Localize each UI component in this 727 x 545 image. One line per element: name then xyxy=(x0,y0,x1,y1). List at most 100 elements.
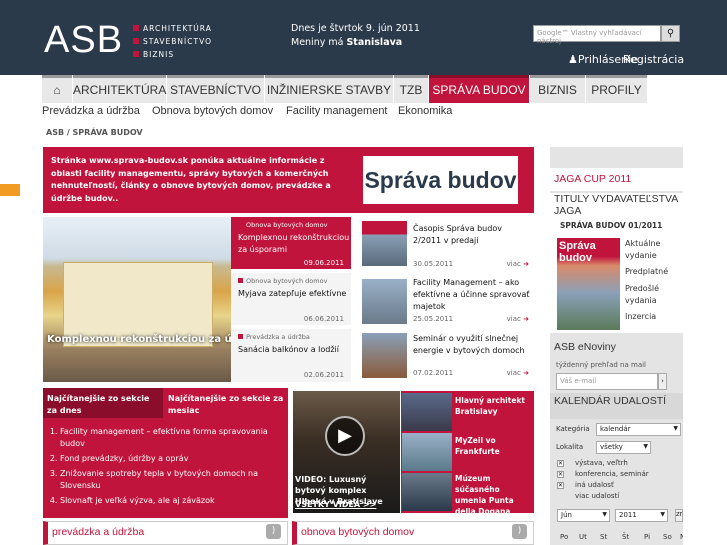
enews-desc: týždenný prehľad na mail xyxy=(556,361,646,369)
list-item[interactable]: Slovnaft je veľká výzva, ale aj záväzok xyxy=(60,495,288,507)
video-thumbnail[interactable] xyxy=(402,393,452,431)
chevron-down-icon: ▼ xyxy=(602,511,607,518)
news-title[interactable]: Sanácia balkónov a lodžií xyxy=(231,344,351,356)
news-date: 07.02.2011 xyxy=(413,369,454,377)
feedback-tab[interactable] xyxy=(0,184,20,196)
email-field[interactable]: Váš e-mail xyxy=(556,373,658,390)
search-button[interactable]: ⚲ xyxy=(661,25,680,42)
subscribe-button[interactable]: › xyxy=(658,373,667,390)
rss-icon[interactable]: ) xyxy=(266,524,281,539)
sprava-budov-logo: Správa budov xyxy=(363,156,518,204)
search-icon: ⚲ xyxy=(666,28,675,39)
more-link[interactable]: viac ➜ xyxy=(507,260,529,268)
home-tab[interactable]: ⌂ xyxy=(42,75,72,103)
news-category: Prevádzka a údržba xyxy=(231,333,351,342)
news-thumbnail[interactable] xyxy=(362,333,407,378)
news-title[interactable]: Seminár o využití slnečnej energie v byt… xyxy=(413,333,533,357)
multiple-events-label: viac udalostí xyxy=(575,492,620,500)
subnav-ekonomika[interactable]: Ekonomika xyxy=(398,105,452,117)
breadcrumb: ASB / SPRÁVA BUDOV xyxy=(46,128,143,137)
nav-stavebnictvo[interactable]: STAVEBNÍCTVO xyxy=(167,75,264,103)
day-header: So xyxy=(663,533,672,541)
play-icon[interactable]: ▶ xyxy=(325,416,365,456)
news-title[interactable]: Komplexnou rekonštrukciou za úsporami xyxy=(231,232,351,256)
subnav-prevadzka[interactable]: Prevádzka a údržba xyxy=(42,105,140,117)
nav-tzb[interactable]: TZB xyxy=(394,75,428,103)
tagline-construction: STAVEBNÍCTVO xyxy=(133,37,212,46)
news-title[interactable]: Facility Management – ako efektívne a úč… xyxy=(413,277,533,313)
list-item[interactable]: Fond prevádzky, údržby a opráv xyxy=(60,453,288,465)
chevron-down-icon: ▼ xyxy=(643,443,648,450)
nav-biznis[interactable]: BIZNIS xyxy=(530,75,585,103)
more-link[interactable]: viac ➜ xyxy=(507,315,529,323)
nav-inzinierske-stavby[interactable]: INŽINIERSKE STAVBY xyxy=(265,75,393,103)
tagline-architecture: ARCHITEKTÚRA xyxy=(133,24,212,33)
news-category: Obnova bytových domov xyxy=(231,277,351,286)
checkbox-label: konferencia, seminár xyxy=(575,470,649,478)
news-item[interactable]: Seminár o využití slnečnej energie v byt… xyxy=(357,329,534,382)
day-header: Ut xyxy=(579,533,587,541)
more-link[interactable]: viac ➜ xyxy=(507,369,529,377)
video-title[interactable]: Múzeum súčasného umenia Punta della Doga… xyxy=(455,473,533,517)
nav-profily[interactable]: PROFILY xyxy=(586,75,647,103)
section-header-obnova[interactable]: obnova bytových domov xyxy=(292,521,534,545)
checkbox-fair[interactable]: ✕ xyxy=(557,460,564,467)
year-select[interactable]: 2011 ▼ xyxy=(615,509,668,522)
all-videos-link[interactable]: VŠETKY VIDEÁ >> xyxy=(295,500,376,509)
banner-text: Stránka www.sprava-budov.sk ponúka aktuá… xyxy=(51,156,331,203)
month-select[interactable]: Jún ▼ xyxy=(557,509,610,522)
subnav-facility[interactable]: Facility management xyxy=(286,105,388,117)
news-item[interactable]: Facility Management – ako efektívne a úč… xyxy=(357,273,534,325)
register-link[interactable]: Registrácia xyxy=(623,53,684,66)
link-advertising[interactable]: Inzercia xyxy=(625,311,656,323)
home-icon: ⌂ xyxy=(53,83,61,97)
news-thumbnail[interactable] xyxy=(362,221,407,266)
checkbox-conference[interactable]: ✕ xyxy=(557,471,564,478)
locality-select[interactable]: všetky ▼ xyxy=(596,441,651,454)
link-previous-issues[interactable]: Predošlé vydania xyxy=(625,283,680,307)
site-logo[interactable]: ASB xyxy=(44,20,123,60)
category-label: Kategória xyxy=(556,425,590,433)
news-date: 06.06.2011 xyxy=(303,315,344,323)
chevron-down-icon: ▼ xyxy=(660,511,665,518)
news-item[interactable]: Obnova bytových domov Myjava zatepľuje e… xyxy=(231,273,351,325)
most-read-list: Facility management – efektívna forma sp… xyxy=(48,426,288,510)
tab-most-read-month[interactable]: Najčítanejšie zo sekcie za mesiac xyxy=(164,388,288,418)
change-button[interactable]: zmeniť xyxy=(675,509,683,522)
video-title[interactable]: MyZeil vo Frankfurte xyxy=(455,435,533,457)
list-item[interactable]: Znižovanie spotreby tepla v bytových dom… xyxy=(60,468,288,492)
day-header: Po xyxy=(560,533,569,541)
news-thumbnail[interactable] xyxy=(362,279,407,324)
news-item[interactable]: Obnova bytových domov Komplexnou rekonšt… xyxy=(231,217,351,269)
news-item[interactable]: Časopis Správa budov 2/2011 v predaji 30… xyxy=(357,217,534,269)
checkbox-other[interactable]: ✕ xyxy=(557,482,564,489)
category-select[interactable]: kalendár ▼ xyxy=(596,423,681,436)
section-header-prevadzka[interactable]: prevádzka a údržba xyxy=(43,521,288,545)
link-current-issue[interactable]: Aktuálne vydanie xyxy=(625,238,680,262)
link-subscription[interactable]: Predplatné xyxy=(625,266,668,278)
nav-architektura[interactable]: ARCHITEKTÚRA xyxy=(73,75,166,103)
video-thumbnail[interactable] xyxy=(402,473,452,511)
news-title[interactable]: Časopis Správa budov 2/2011 v predaji xyxy=(413,223,531,247)
video-title[interactable]: Hlavný architekt Bratislavy xyxy=(455,395,533,417)
subnav-obnova[interactable]: Obnova bytových domov xyxy=(152,105,273,117)
checkbox-label: výstava, veľtrh xyxy=(575,459,628,467)
date-info: Dnes je štvrtok 9. jún 2011 Meniny má Sta… xyxy=(291,23,420,48)
list-item[interactable]: Facility management – efektívna forma sp… xyxy=(60,426,288,450)
news-item[interactable]: Prevádzka a údržba Sanácia balkónov a lo… xyxy=(231,329,351,382)
jaga-cup-link[interactable]: JAGA CUP 2011 xyxy=(554,173,631,185)
chevron-down-icon: ▼ xyxy=(673,425,678,432)
nav-sprava-budov[interactable]: SPRÁVA BUDOV xyxy=(429,75,529,103)
news-title[interactable]: Myjava zatepľuje efektívne xyxy=(231,288,351,300)
magazine-cover[interactable]: Správa budov xyxy=(557,238,620,330)
feature-image[interactable] xyxy=(43,217,231,382)
search-input[interactable]: Google™ Vlastný vyhľadávací nástroj xyxy=(533,25,661,45)
video-thumbnail[interactable] xyxy=(402,433,452,471)
rss-icon[interactable]: ) xyxy=(512,524,527,539)
calendar-title: KALENDÁR UDALOSTÍ xyxy=(554,395,667,407)
enews-title: ASB eNoviny xyxy=(554,341,616,353)
news-date: 09.06.2011 xyxy=(303,259,344,267)
day-header: Pi xyxy=(644,533,651,541)
day-header: Št xyxy=(622,533,630,541)
tab-most-read-today[interactable]: Najčítanejšie zo sekcie za dnes xyxy=(43,388,163,418)
